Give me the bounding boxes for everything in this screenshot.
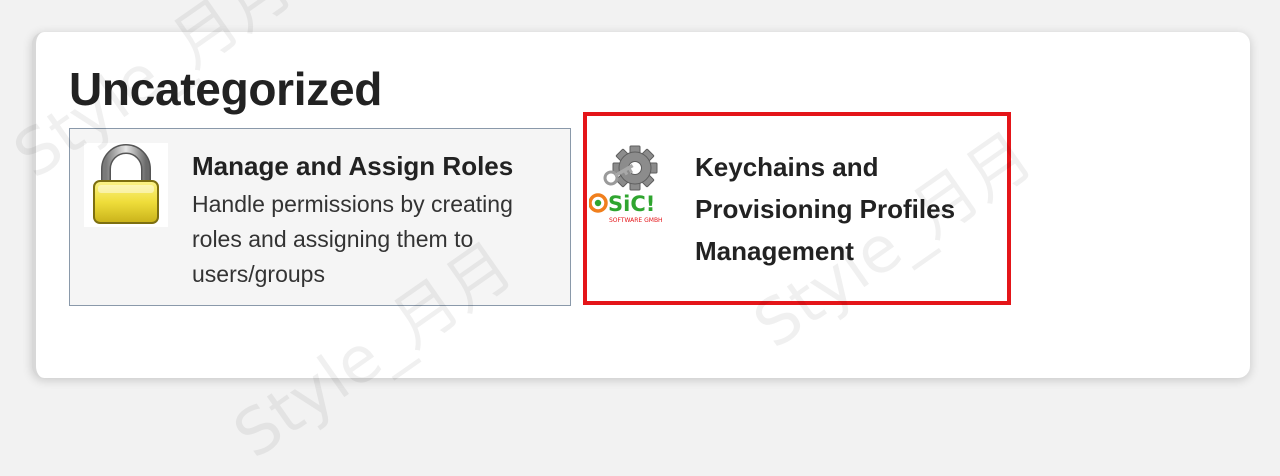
logo-text: SiC! — [608, 192, 655, 216]
manage-roles-text: Manage and Assign Roles Handle permissio… — [192, 145, 562, 292]
logo-subtext: SOFTWARE GMBH — [609, 217, 663, 224]
manage-roles-card[interactable]: Manage and Assign Roles Handle permissio… — [69, 128, 571, 306]
padlock-icon — [84, 143, 168, 227]
keychains-card[interactable]: SiC! SOFTWARE GMBH Keychains and Provisi… — [583, 112, 1011, 305]
card-title[interactable]: Manage and Assign Roles — [192, 145, 562, 187]
gear-key-sic-logo-icon: SiC! SOFTWARE GMBH — [588, 144, 679, 234]
keychains-text: Keychains and Provisioning Profiles Mana… — [695, 146, 1005, 272]
card-description: Handle permissions by creating roles and… — [192, 191, 513, 287]
card-title[interactable]: Keychains and Provisioning Profiles Mana… — [695, 146, 1005, 272]
uncategorized-panel: Uncategorized Manage and Assign Roles Ha… — [32, 32, 1250, 378]
section-title: Uncategorized — [69, 63, 383, 115]
